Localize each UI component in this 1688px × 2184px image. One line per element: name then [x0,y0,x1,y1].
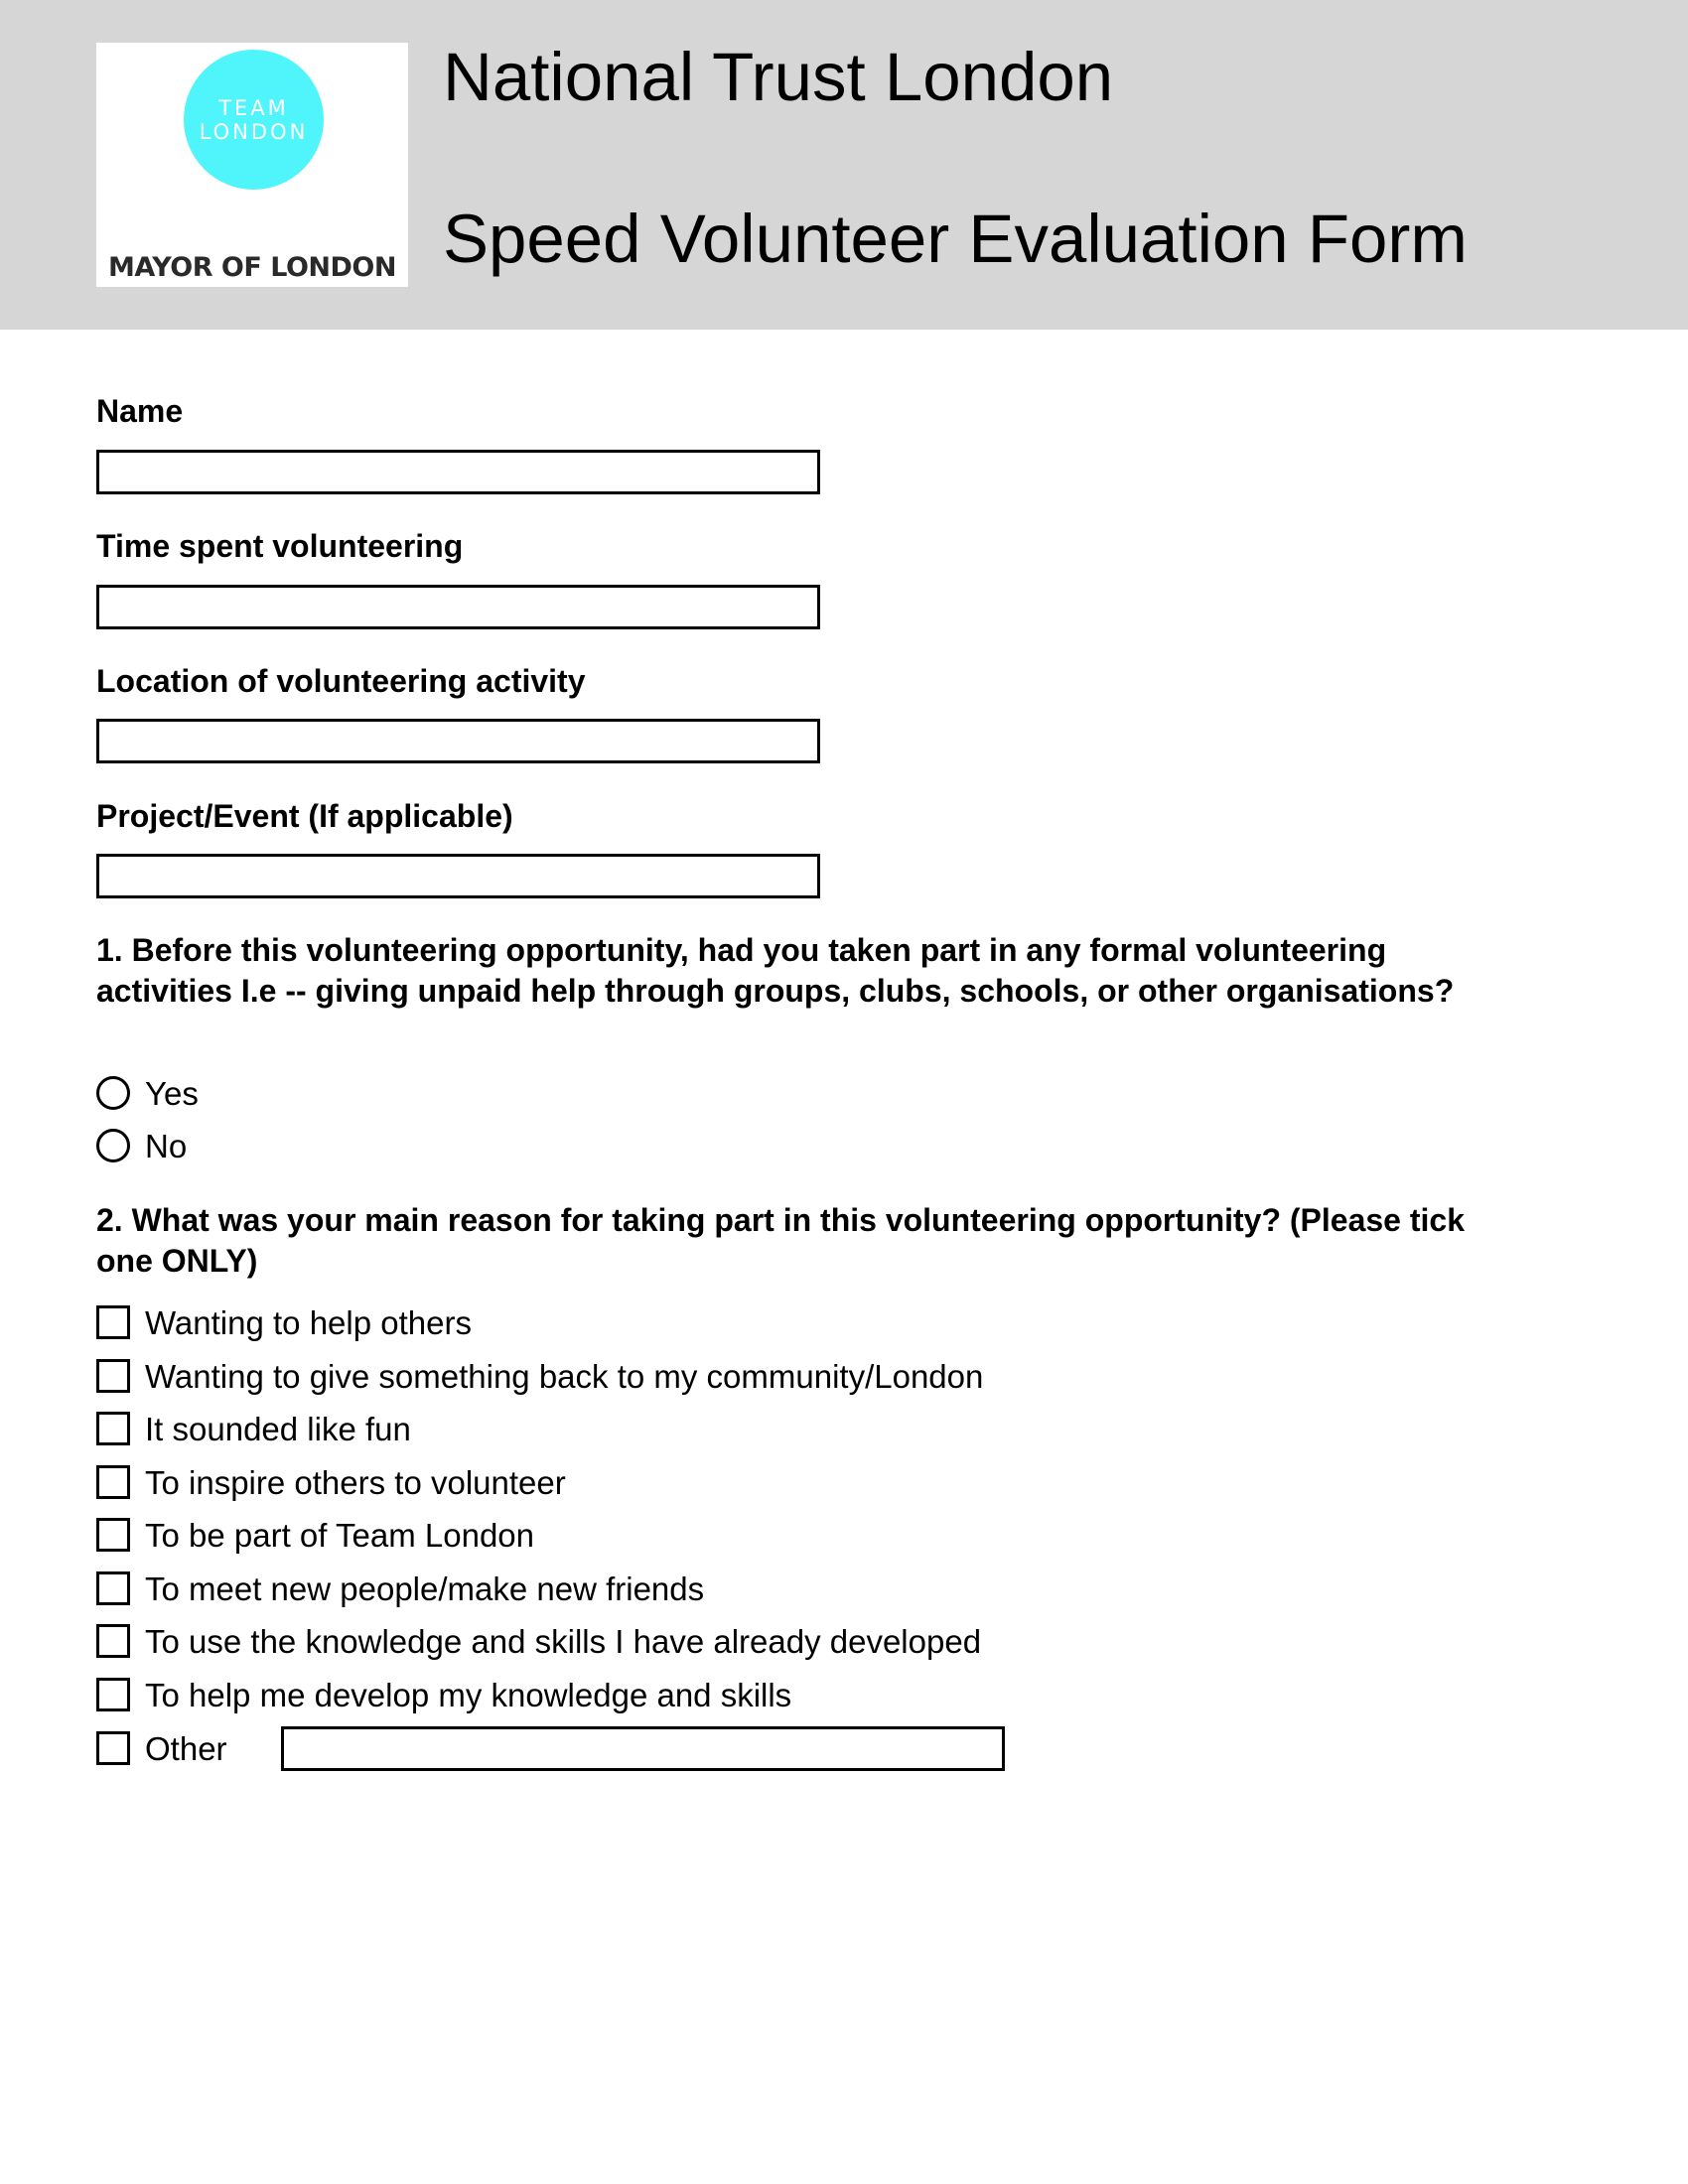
time-spent-input[interactable] [96,585,820,629]
location-input[interactable] [96,719,820,763]
option-label: To help me develop my knowledge and skil… [145,1676,792,1713]
reason-option-team-london[interactable]: To be part of Team London [96,1515,534,1555]
mayor-of-london-wordmark: MAYOR OF LONDON [108,252,396,283]
question-2-text: 2. What was your main reason for taking … [96,1202,1465,1279]
option-label: Wanting to give something back to my com… [145,1357,984,1395]
project-event-input[interactable] [96,854,820,898]
other-reason-input[interactable] [281,1726,1005,1771]
logo-circle-text-line2: LONDON [199,119,309,144]
reason-option-use-skills[interactable]: To use the knowledge and skills I have a… [96,1621,981,1661]
option-label: It sounded like fun [145,1410,411,1447]
option-label: To meet new people/make new friends [145,1570,705,1607]
reason-option-other[interactable]: Other [96,1728,227,1768]
option-label: To be part of Team London [145,1516,535,1554]
checkbox[interactable] [96,1412,130,1445]
option-label: Other [145,1729,227,1767]
option-label: To inspire others to volunteer [145,1463,566,1501]
checkbox[interactable] [96,1731,130,1765]
location-label: Location of volunteering activity [96,663,586,699]
checkbox[interactable] [96,1571,130,1605]
time-spent-label: Time spent volunteering [96,528,464,564]
option-label: Yes [145,1074,199,1112]
name-label: Name [96,393,184,429]
question-1-option-yes[interactable]: Yes [96,1073,199,1113]
option-label: No [145,1127,188,1164]
radio-button-yes[interactable] [96,1076,130,1110]
reason-option-develop-skills[interactable]: To help me develop my knowledge and skil… [96,1675,791,1714]
checkbox[interactable] [96,1678,130,1711]
team-london-logo: TEAM LONDON MAYOR OF LONDON [96,43,408,287]
reason-option-help-others[interactable]: Wanting to help others [96,1302,472,1342]
option-label: Wanting to help others [145,1303,472,1341]
checkbox[interactable] [96,1465,130,1499]
organisation-title: National Trust London [443,39,1114,115]
header-band: TEAM LONDON MAYOR OF LONDON National Tru… [0,0,1688,330]
project-event-label: Project/Event (If applicable) [96,798,513,834]
question-1-option-no[interactable]: No [96,1126,187,1165]
checkbox[interactable] [96,1359,130,1393]
reason-option-meet-people[interactable]: To meet new people/make new friends [96,1569,704,1608]
team-london-circle-icon: TEAM LONDON [184,50,324,190]
reason-option-inspire-others[interactable]: To inspire others to volunteer [96,1462,566,1502]
checkbox[interactable] [96,1624,130,1658]
option-label: To use the knowledge and skills I have a… [145,1622,982,1660]
reason-option-fun[interactable]: It sounded like fun [96,1409,411,1448]
checkbox[interactable] [96,1305,130,1339]
logo-circle-text-line1: TEAM [218,95,289,120]
form-title: Speed Volunteer Evaluation Form [443,201,1468,277]
checkbox[interactable] [96,1518,130,1552]
reason-option-give-back[interactable]: Wanting to give something back to my com… [96,1356,983,1396]
name-input[interactable] [96,450,820,494]
question-1-text: 1. Before this volunteering opportunity,… [96,932,1455,1009]
radio-button-no[interactable] [96,1129,130,1162]
